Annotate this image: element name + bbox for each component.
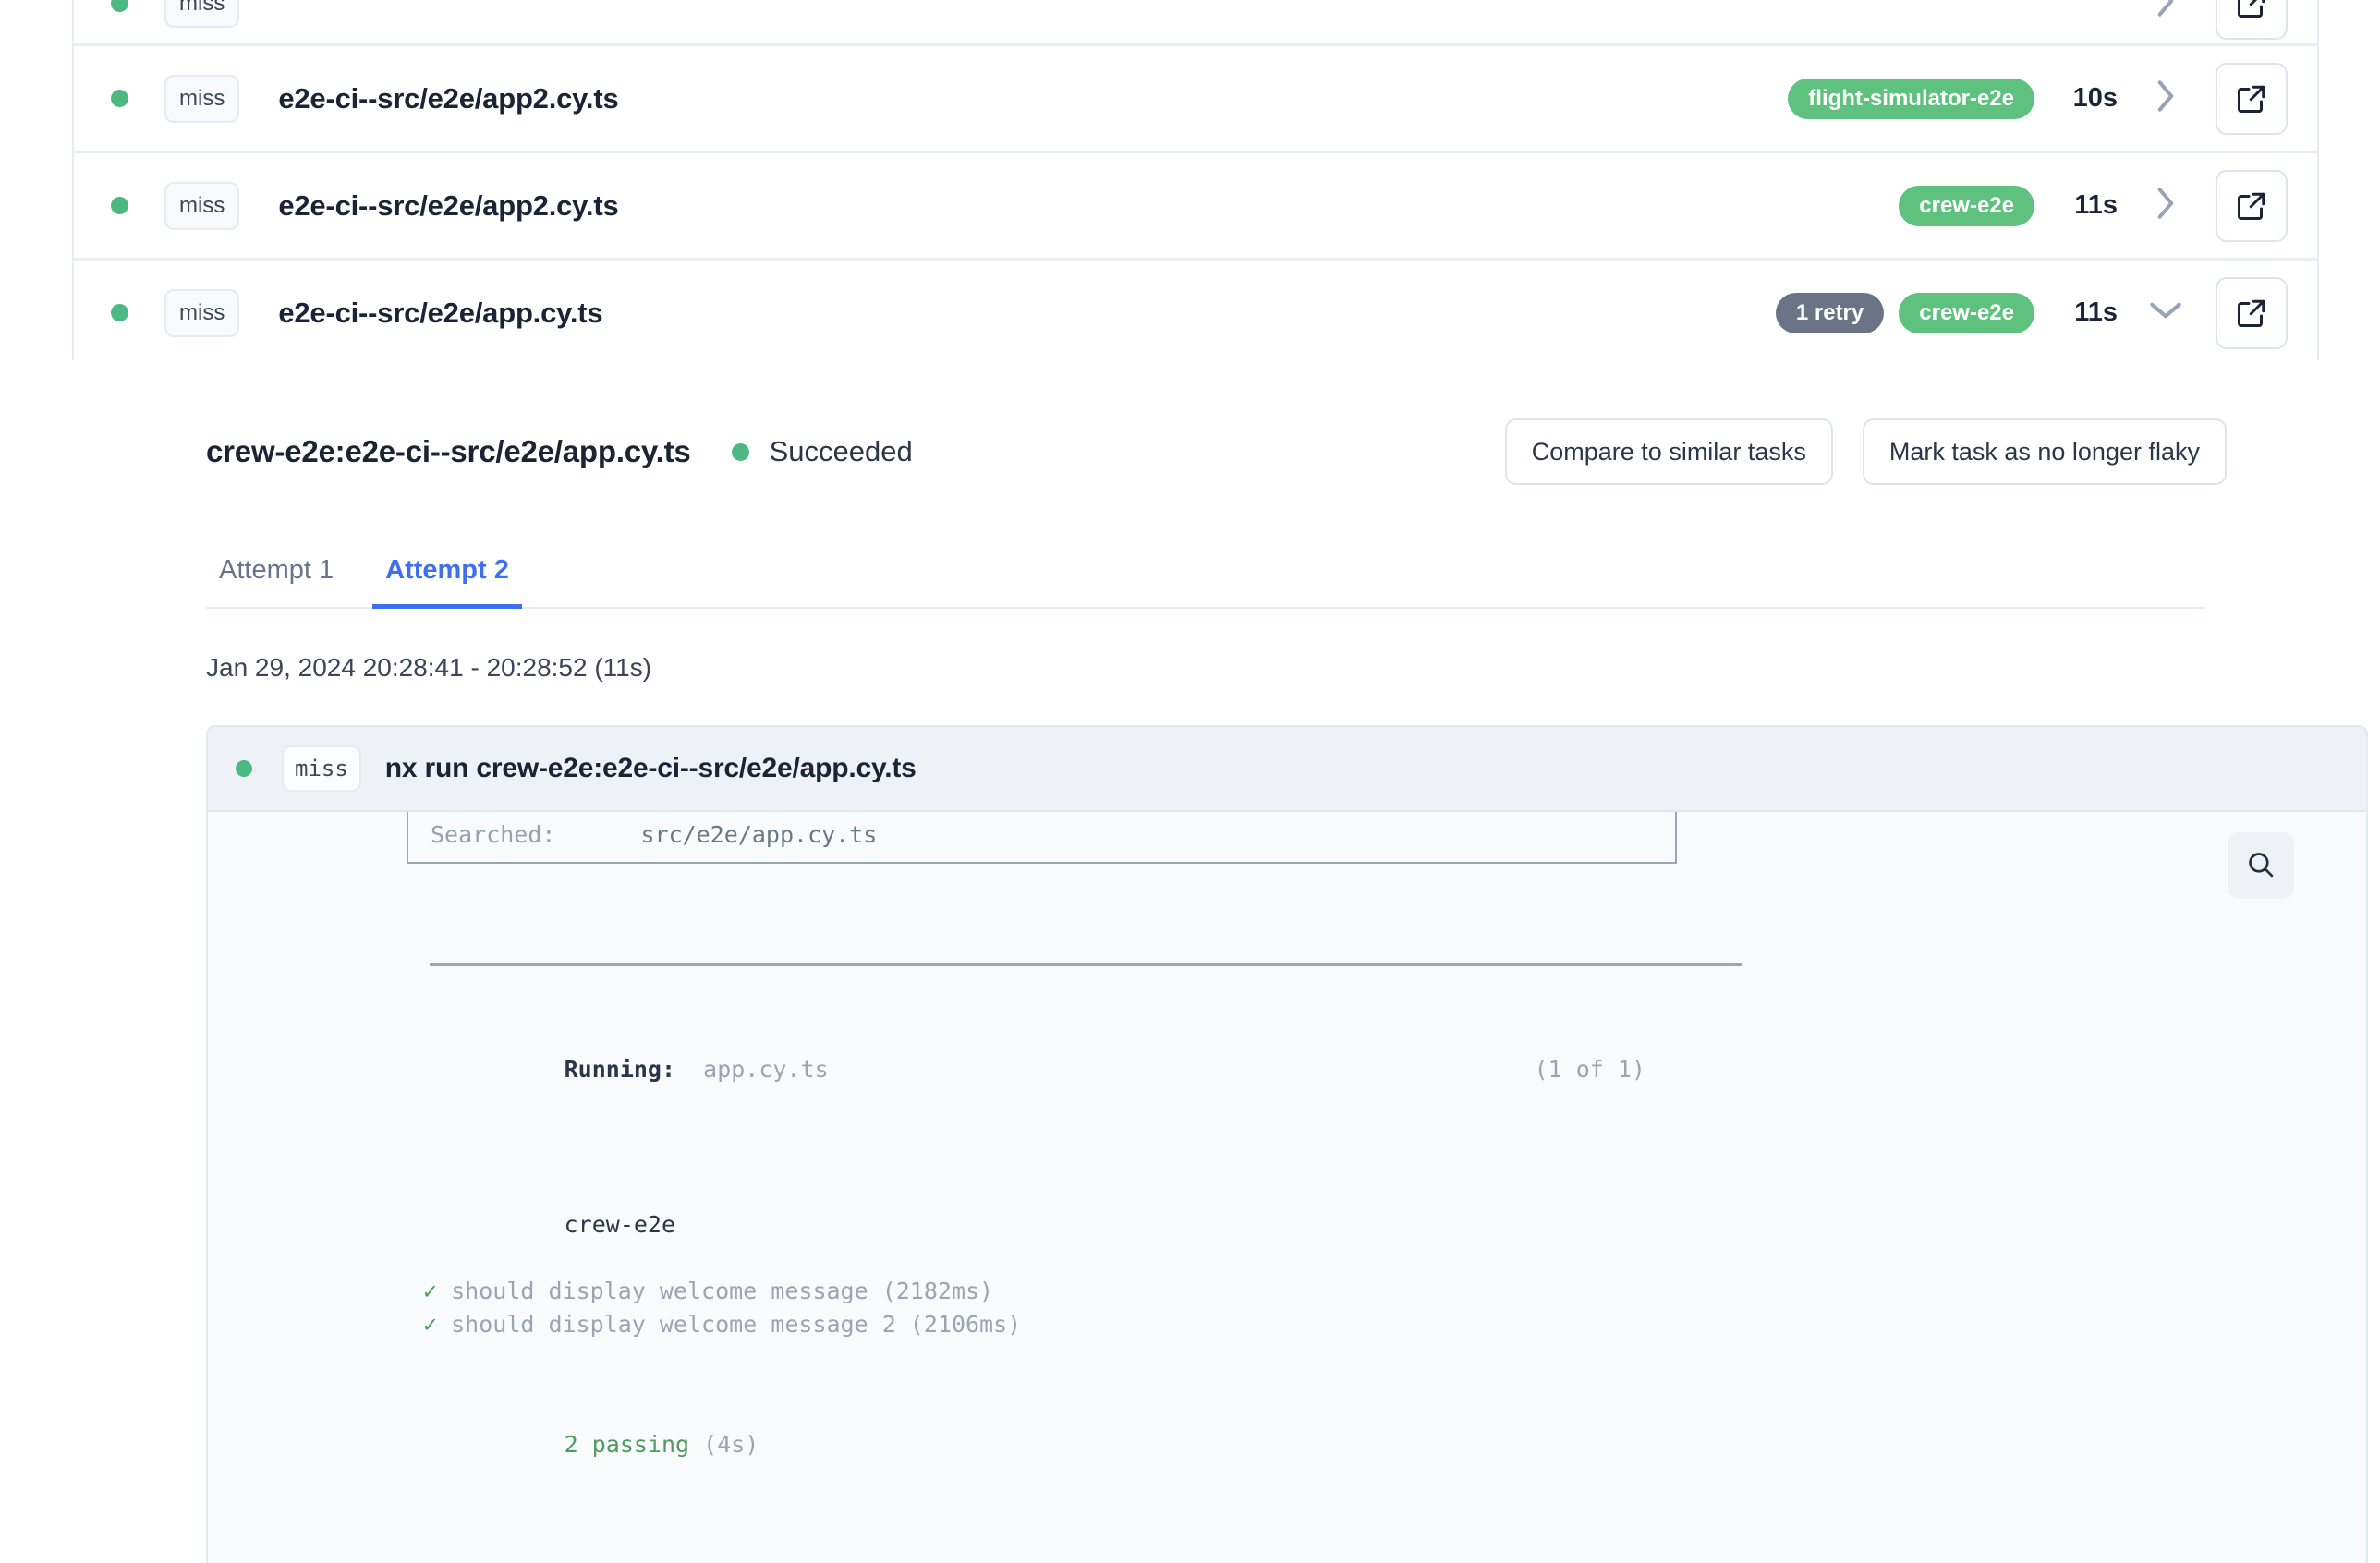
terminal-cache-badge: miss	[282, 745, 361, 792]
running-count: (1 of 1)	[1534, 1056, 1645, 1083]
task-row[interactable]: miss e2e-ci--src/e2e/app2.cy.ts crew-e2e 11…	[74, 153, 2317, 260]
tab-attempt-1[interactable]: Attempt 1	[206, 555, 346, 609]
open-task-external-button[interactable]	[2216, 276, 2288, 349]
task-duration: 11s	[2074, 297, 2118, 327]
running-label: Running:	[564, 1056, 676, 1083]
suite-name-line: crew-e2e	[263, 1175, 2366, 1275]
task-row[interactable]: miss e2e-ci--src/e2e/app2.cy.ts flight-sim…	[74, 46, 2317, 153]
test-result-line: ✓ should display welcome message (2182ms…	[263, 1275, 2366, 1308]
chevron-down-icon	[2146, 298, 2185, 327]
terminal-scroll-content: Searched: src/e2e/app.cy.ts Running: app…	[208, 812, 2366, 1563]
task-status-dot	[111, 197, 128, 214]
task-name: e2e-ci--src/e2e/app2.cy.ts	[278, 81, 619, 115]
passing-time: (4s)	[703, 1431, 759, 1458]
test-result-line: ✓ should display welcome message 2 (2106…	[263, 1308, 2366, 1341]
mark-task-as-no-longer-flaky-button[interactable]: Mark task as no longer flaky	[1862, 418, 2227, 485]
searched-value: src/e2e/app.cy.ts	[640, 820, 878, 848]
task-duration: 10s	[2072, 83, 2118, 113]
passing-count: 2 passing	[564, 1431, 690, 1458]
detail-header: crew-e2e:e2e-ci--src/e2e/app.cy.ts Succe…	[206, 416, 2227, 488]
test-pass-check-icon: ✓	[423, 1278, 438, 1304]
searched-box: Searched: src/e2e/app.cy.ts	[407, 812, 1677, 864]
task-pill: flight-simulator-e2e	[1788, 78, 2034, 119]
task-row[interactable]: miss e2e-ci--src/e2e/app.cy.ts 1 retry crew…	[74, 260, 2317, 368]
terminal-command: nx run crew-e2e:e2e-ci--src/e2e/app.cy.t…	[384, 753, 917, 783]
terminal-panel: miss nx run crew-e2e:e2e-ci--src/e2e/app…	[206, 725, 2368, 1563]
test-name: should display welcome message 2 (2106ms…	[437, 1311, 1022, 1338]
task-name: e2e-ci--src/e2e/app.cy.ts	[278, 296, 603, 329]
detail-status-label: Succeeded	[769, 435, 913, 467]
task-pill: crew-e2e	[1899, 292, 2034, 333]
task-duration: 11s	[2074, 190, 2118, 220]
task-cache-badge: miss	[164, 288, 240, 337]
task-expand-toggle[interactable]	[2142, 298, 2190, 327]
terminal-status-dot	[236, 760, 252, 777]
task-status-dot	[111, 90, 128, 107]
running-line: Running: app.cy.ts (1 of 1)	[263, 1020, 2366, 1120]
searched-label: Searched:	[431, 820, 556, 848]
attempt-tabs: Attempt 1 Attempt 2	[206, 539, 2204, 609]
attempt-time-range: Jan 29, 2024 20:28:41 - 20:28:52 (11s)	[206, 653, 652, 682]
open-task-external-button[interactable]	[2216, 62, 2288, 135]
results-heading-line: (Results)	[263, 1533, 2366, 1563]
open-task-external-button[interactable]	[2216, 169, 2288, 242]
task-cache-badge: miss	[164, 0, 240, 28]
task-pill: crew-e2e	[1899, 185, 2034, 226]
task-status-dot	[111, 0, 128, 12]
chevron-right-icon	[2154, 77, 2178, 120]
task-detail-panel: crew-e2e:e2e-ci--src/e2e/app.cy.ts Succe…	[72, 360, 2368, 1563]
test-name: should display welcome message (2182ms)	[437, 1278, 994, 1304]
task-list-card: miss miss e2e-ci--src/e2e/app2.cy.ts flight…	[72, 0, 2319, 368]
task-detail-page: miss miss e2e-ci--src/e2e/app2.cy.ts flight…	[0, 0, 2380, 1563]
task-cache-badge: miss	[164, 74, 240, 123]
task-name: e2e-ci--src/e2e/app2.cy.ts	[278, 188, 619, 222]
open-task-external-button[interactable]	[2216, 0, 2288, 40]
task-expand-toggle[interactable]	[2142, 0, 2190, 25]
task-expand-toggle[interactable]	[2142, 184, 2190, 227]
test-pass-check-icon: ✓	[423, 1311, 438, 1338]
running-file: app.cy.ts	[703, 1056, 829, 1083]
detail-task-title: crew-e2e:e2e-ci--src/e2e/app.cy.ts	[206, 434, 691, 468]
task-cache-badge: miss	[164, 181, 240, 230]
terminal-header[interactable]: miss nx run crew-e2e:e2e-ci--src/e2e/app…	[208, 727, 2366, 812]
compare-to-similar-tasks-button[interactable]: Compare to similar tasks	[1504, 418, 1833, 485]
external-link-icon	[2235, 189, 2268, 223]
passing-summary-line: 2 passing (4s)	[263, 1395, 2366, 1495]
task-expand-toggle[interactable]	[2142, 77, 2190, 120]
task-status-dot	[111, 304, 128, 321]
test-result-lines: ✓ should display welcome message (2182ms…	[263, 1275, 2366, 1341]
external-link-icon	[2235, 297, 2268, 330]
external-link-icon	[2235, 82, 2268, 115]
terminal-output[interactable]: Searched: src/e2e/app.cy.ts Running: app…	[208, 812, 2366, 1563]
chevron-right-icon	[2154, 0, 2178, 25]
external-link-icon	[2235, 0, 2268, 20]
tab-attempt-2[interactable]: Attempt 2	[372, 555, 522, 609]
chevron-right-icon	[2154, 184, 2178, 227]
detail-status-dot	[731, 442, 749, 461]
task-row[interactable]: miss	[74, 0, 2317, 46]
suite-name: crew-e2e	[564, 1211, 676, 1238]
task-pill: 1 retry	[1775, 292, 1885, 333]
